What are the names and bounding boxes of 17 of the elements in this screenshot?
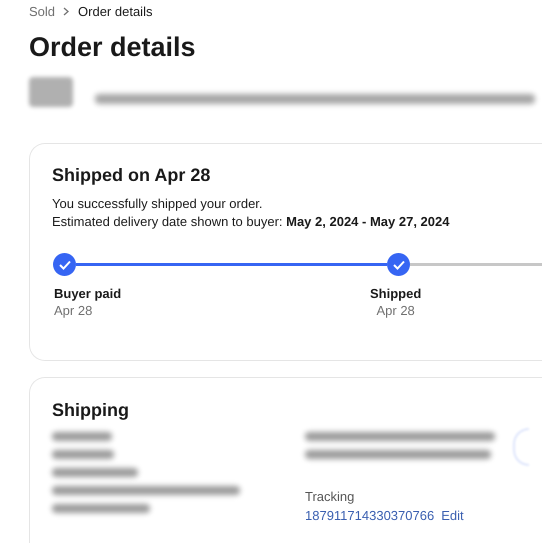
status-message: You successfully shipped your order. — [52, 195, 264, 213]
blurred-text — [52, 432, 112, 441]
step-label: Buyer paid — [54, 285, 122, 302]
tracking-label: Tracking — [305, 488, 356, 505]
tracking-number-link[interactable]: 187911714330370766 — [305, 507, 434, 525]
breadcrumb-current: Order details — [78, 2, 152, 21]
edit-link[interactable]: Edit — [441, 507, 464, 525]
chevron-icon — [63, 7, 70, 16]
step-date: Apr 28 — [376, 302, 415, 319]
breadcrumb-link[interactable]: Sold — [29, 2, 56, 22]
step-date: Apr 28 — [54, 302, 92, 319]
card-heading: Shipped on Apr 28 — [52, 164, 212, 187]
blurred-text — [52, 450, 114, 459]
step-label: Shipped — [370, 285, 422, 302]
delivery-estimate: Estimated delivery date shown to buyer: May 2, 2024 - May 27, 2024 — [52, 213, 450, 231]
page-title: Order details — [29, 31, 197, 64]
card-heading: Shipping — [52, 399, 130, 422]
